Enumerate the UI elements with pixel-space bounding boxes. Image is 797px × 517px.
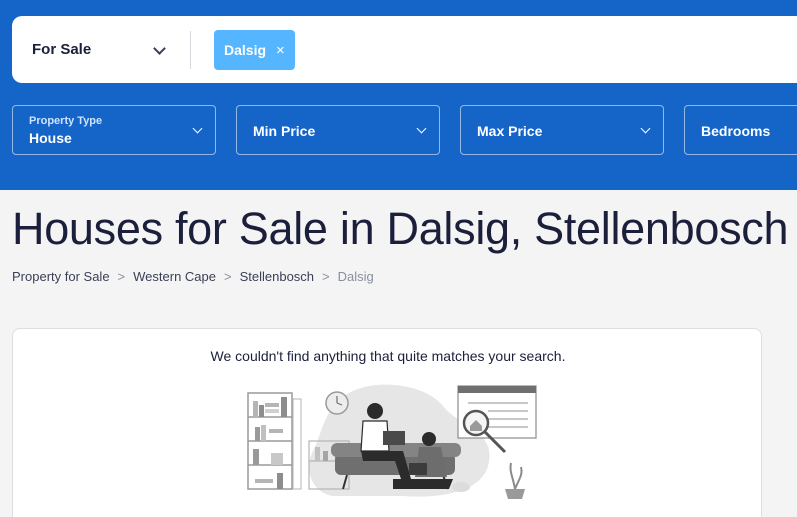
location-chip-label: Dalsig [224, 42, 267, 58]
chevron-down-icon [416, 123, 427, 134]
bookshelf-icon [247, 392, 302, 490]
breadcrumb-separator: > [322, 269, 330, 284]
max-price-filter[interactable]: Max Price [460, 105, 664, 155]
breadcrumb: Property for Sale > Western Cape > Stell… [12, 269, 374, 284]
searchbar-divider [190, 31, 191, 69]
bedrooms-label: Bedrooms [701, 123, 771, 139]
page-title: Houses for Sale in Dalsig, Stellenbosch [12, 203, 789, 254]
property-type-filter[interactable]: Property Type House [12, 105, 216, 155]
listing-type-label: For Sale [32, 41, 92, 58]
breadcrumb-separator: > [117, 269, 126, 284]
bedrooms-filter[interactable]: Bedrooms [684, 105, 797, 155]
plant-icon [505, 462, 525, 499]
chevron-down-icon [192, 123, 203, 134]
min-price-label: Min Price [253, 123, 316, 139]
max-price-label: Max Price [477, 123, 543, 139]
breadcrumb-item-stellenbosch[interactable]: Stellenbosch [240, 269, 314, 284]
property-type-label: Property Type [29, 115, 103, 127]
chevron-down-icon [640, 123, 651, 134]
breadcrumb-item-western-cape[interactable]: Western Cape [133, 269, 216, 284]
close-icon[interactable]: × [276, 43, 285, 58]
breadcrumb-item-dalsig: Dalsig [337, 269, 374, 284]
breadcrumb-separator: > [224, 269, 232, 284]
search-hero: For Sale Dalsig × Property Type House Mi… [0, 0, 797, 190]
search-bar: For Sale Dalsig × [12, 16, 797, 83]
listing-type-dropdown[interactable]: For Sale [12, 16, 190, 83]
empty-state-illustration [247, 384, 537, 499]
location-chip[interactable]: Dalsig × [214, 30, 295, 70]
breadcrumb-item-property-for-sale[interactable]: Property for Sale [12, 269, 110, 284]
empty-results-card: We couldn't find anything that quite mat… [12, 328, 762, 517]
chevron-down-icon [153, 42, 166, 55]
property-type-value: House [29, 130, 72, 146]
min-price-filter[interactable]: Min Price [236, 105, 440, 155]
empty-state-message: We couldn't find anything that quite mat… [210, 348, 566, 364]
